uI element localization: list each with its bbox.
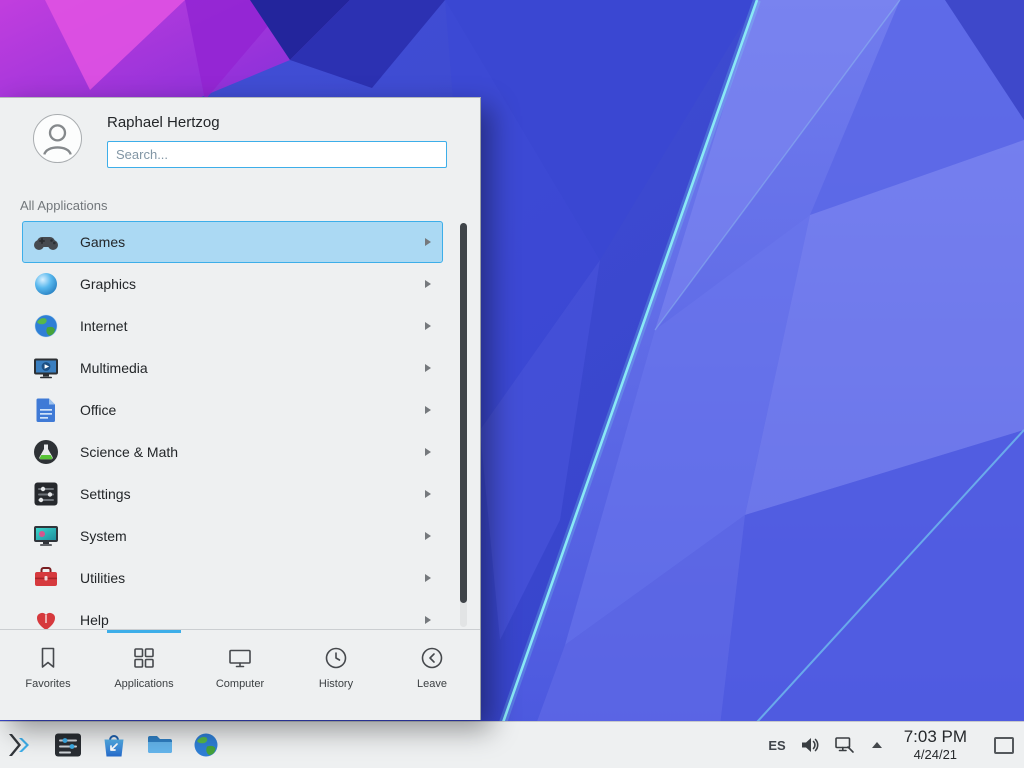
tab-label: Leave	[417, 678, 447, 690]
app-category-settings[interactable]: Settings	[22, 473, 443, 515]
section-label: All Applications	[0, 186, 480, 221]
tab-computer[interactable]: Computer	[192, 630, 288, 720]
digital-clock[interactable]: 7:03 PM 4/24/21	[904, 727, 967, 762]
chevron-right-icon	[425, 448, 431, 456]
expand-tray-icon[interactable]	[872, 742, 882, 748]
tab-applications[interactable]: Applications	[96, 630, 192, 720]
network-icon[interactable]	[834, 734, 856, 756]
app-category-label: Settings	[80, 486, 131, 502]
chevron-right-icon	[425, 238, 431, 246]
tab-label: History	[319, 678, 353, 690]
chevron-right-icon	[425, 574, 431, 582]
favorites-icon	[35, 645, 61, 671]
settings-icon	[32, 480, 60, 508]
app-category-list: Games Graphics	[0, 221, 480, 629]
app-category-label: System	[80, 528, 127, 544]
graphics-icon	[32, 270, 60, 298]
app-category-office[interactable]: Office	[22, 389, 443, 431]
app-category-label: Help	[80, 612, 109, 628]
user-icon	[35, 116, 80, 161]
clock-date: 4/24/21	[904, 747, 967, 762]
scrollbar-thumb[interactable]	[460, 223, 467, 603]
system-tray: ES 7:03 PM 4/24/21	[768, 727, 1024, 762]
app-category-utilities[interactable]: Utilities	[22, 557, 443, 599]
app-category-label: Multimedia	[80, 360, 148, 376]
leave-icon	[419, 645, 445, 671]
app-category-science-math[interactable]: Science & Math	[22, 431, 443, 473]
app-category-system[interactable]: System	[22, 515, 443, 557]
computer-icon	[227, 645, 253, 671]
app-category-label: Games	[80, 234, 125, 250]
show-desktop-button[interactable]	[994, 737, 1014, 754]
history-icon	[323, 645, 349, 671]
app-category-graphics[interactable]: Graphics	[22, 263, 443, 305]
chevron-right-icon	[425, 406, 431, 414]
search-input[interactable]	[107, 141, 447, 168]
app-category-games[interactable]: Games	[22, 221, 443, 263]
tab-leave[interactable]: Leave	[384, 630, 480, 720]
taskbar-launchers	[0, 730, 221, 760]
avatar	[33, 114, 82, 163]
active-tab-indicator	[107, 630, 181, 633]
app-launcher-icon[interactable]	[7, 730, 37, 760]
system-icon	[32, 522, 60, 550]
discover-icon[interactable]	[99, 730, 129, 760]
chevron-right-icon	[425, 280, 431, 288]
tab-label: Computer	[216, 678, 264, 690]
launcher-header: Raphael Hertzog	[0, 98, 480, 186]
app-category-internet[interactable]: Internet	[22, 305, 443, 347]
utilities-icon	[32, 564, 60, 592]
tab-label: Favorites	[25, 678, 70, 690]
header-user-area: Raphael Hertzog	[107, 111, 464, 186]
launcher-footer-tabs: Favorites Applications Computer His	[0, 629, 480, 720]
app-category-label: Science & Math	[80, 444, 178, 460]
office-icon	[32, 396, 60, 424]
chevron-right-icon	[425, 532, 431, 540]
browser-icon[interactable]	[191, 730, 221, 760]
help-icon	[32, 606, 60, 629]
application-launcher-menu: Raphael Hertzog All Applications Games	[0, 97, 481, 720]
tab-history[interactable]: History	[288, 630, 384, 720]
chevron-right-icon	[425, 322, 431, 330]
app-category-multimedia[interactable]: Multimedia	[22, 347, 443, 389]
user-name: Raphael Hertzog	[107, 114, 464, 131]
app-category-label: Internet	[80, 318, 127, 334]
tab-label: Applications	[114, 678, 173, 690]
games-icon	[32, 228, 60, 256]
internet-icon	[32, 312, 60, 340]
volume-icon[interactable]	[799, 734, 821, 756]
system-monitor-icon[interactable]	[53, 730, 83, 760]
keyboard-layout-indicator[interactable]: ES	[768, 738, 785, 753]
file-manager-icon[interactable]	[145, 730, 175, 760]
app-category-label: Graphics	[80, 276, 136, 292]
tab-favorites[interactable]: Favorites	[0, 630, 96, 720]
chevron-right-icon	[425, 490, 431, 498]
clock-time: 7:03 PM	[904, 727, 967, 747]
applications-icon	[131, 645, 157, 671]
chevron-right-icon	[425, 364, 431, 372]
app-category-label: Utilities	[80, 570, 125, 586]
multimedia-icon	[32, 354, 60, 382]
taskbar: ES 7:03 PM 4/24/21	[0, 721, 1024, 768]
science-icon	[32, 438, 60, 466]
chevron-right-icon	[425, 616, 431, 624]
app-category-help[interactable]: Help	[22, 599, 443, 629]
app-category-label: Office	[80, 402, 116, 418]
